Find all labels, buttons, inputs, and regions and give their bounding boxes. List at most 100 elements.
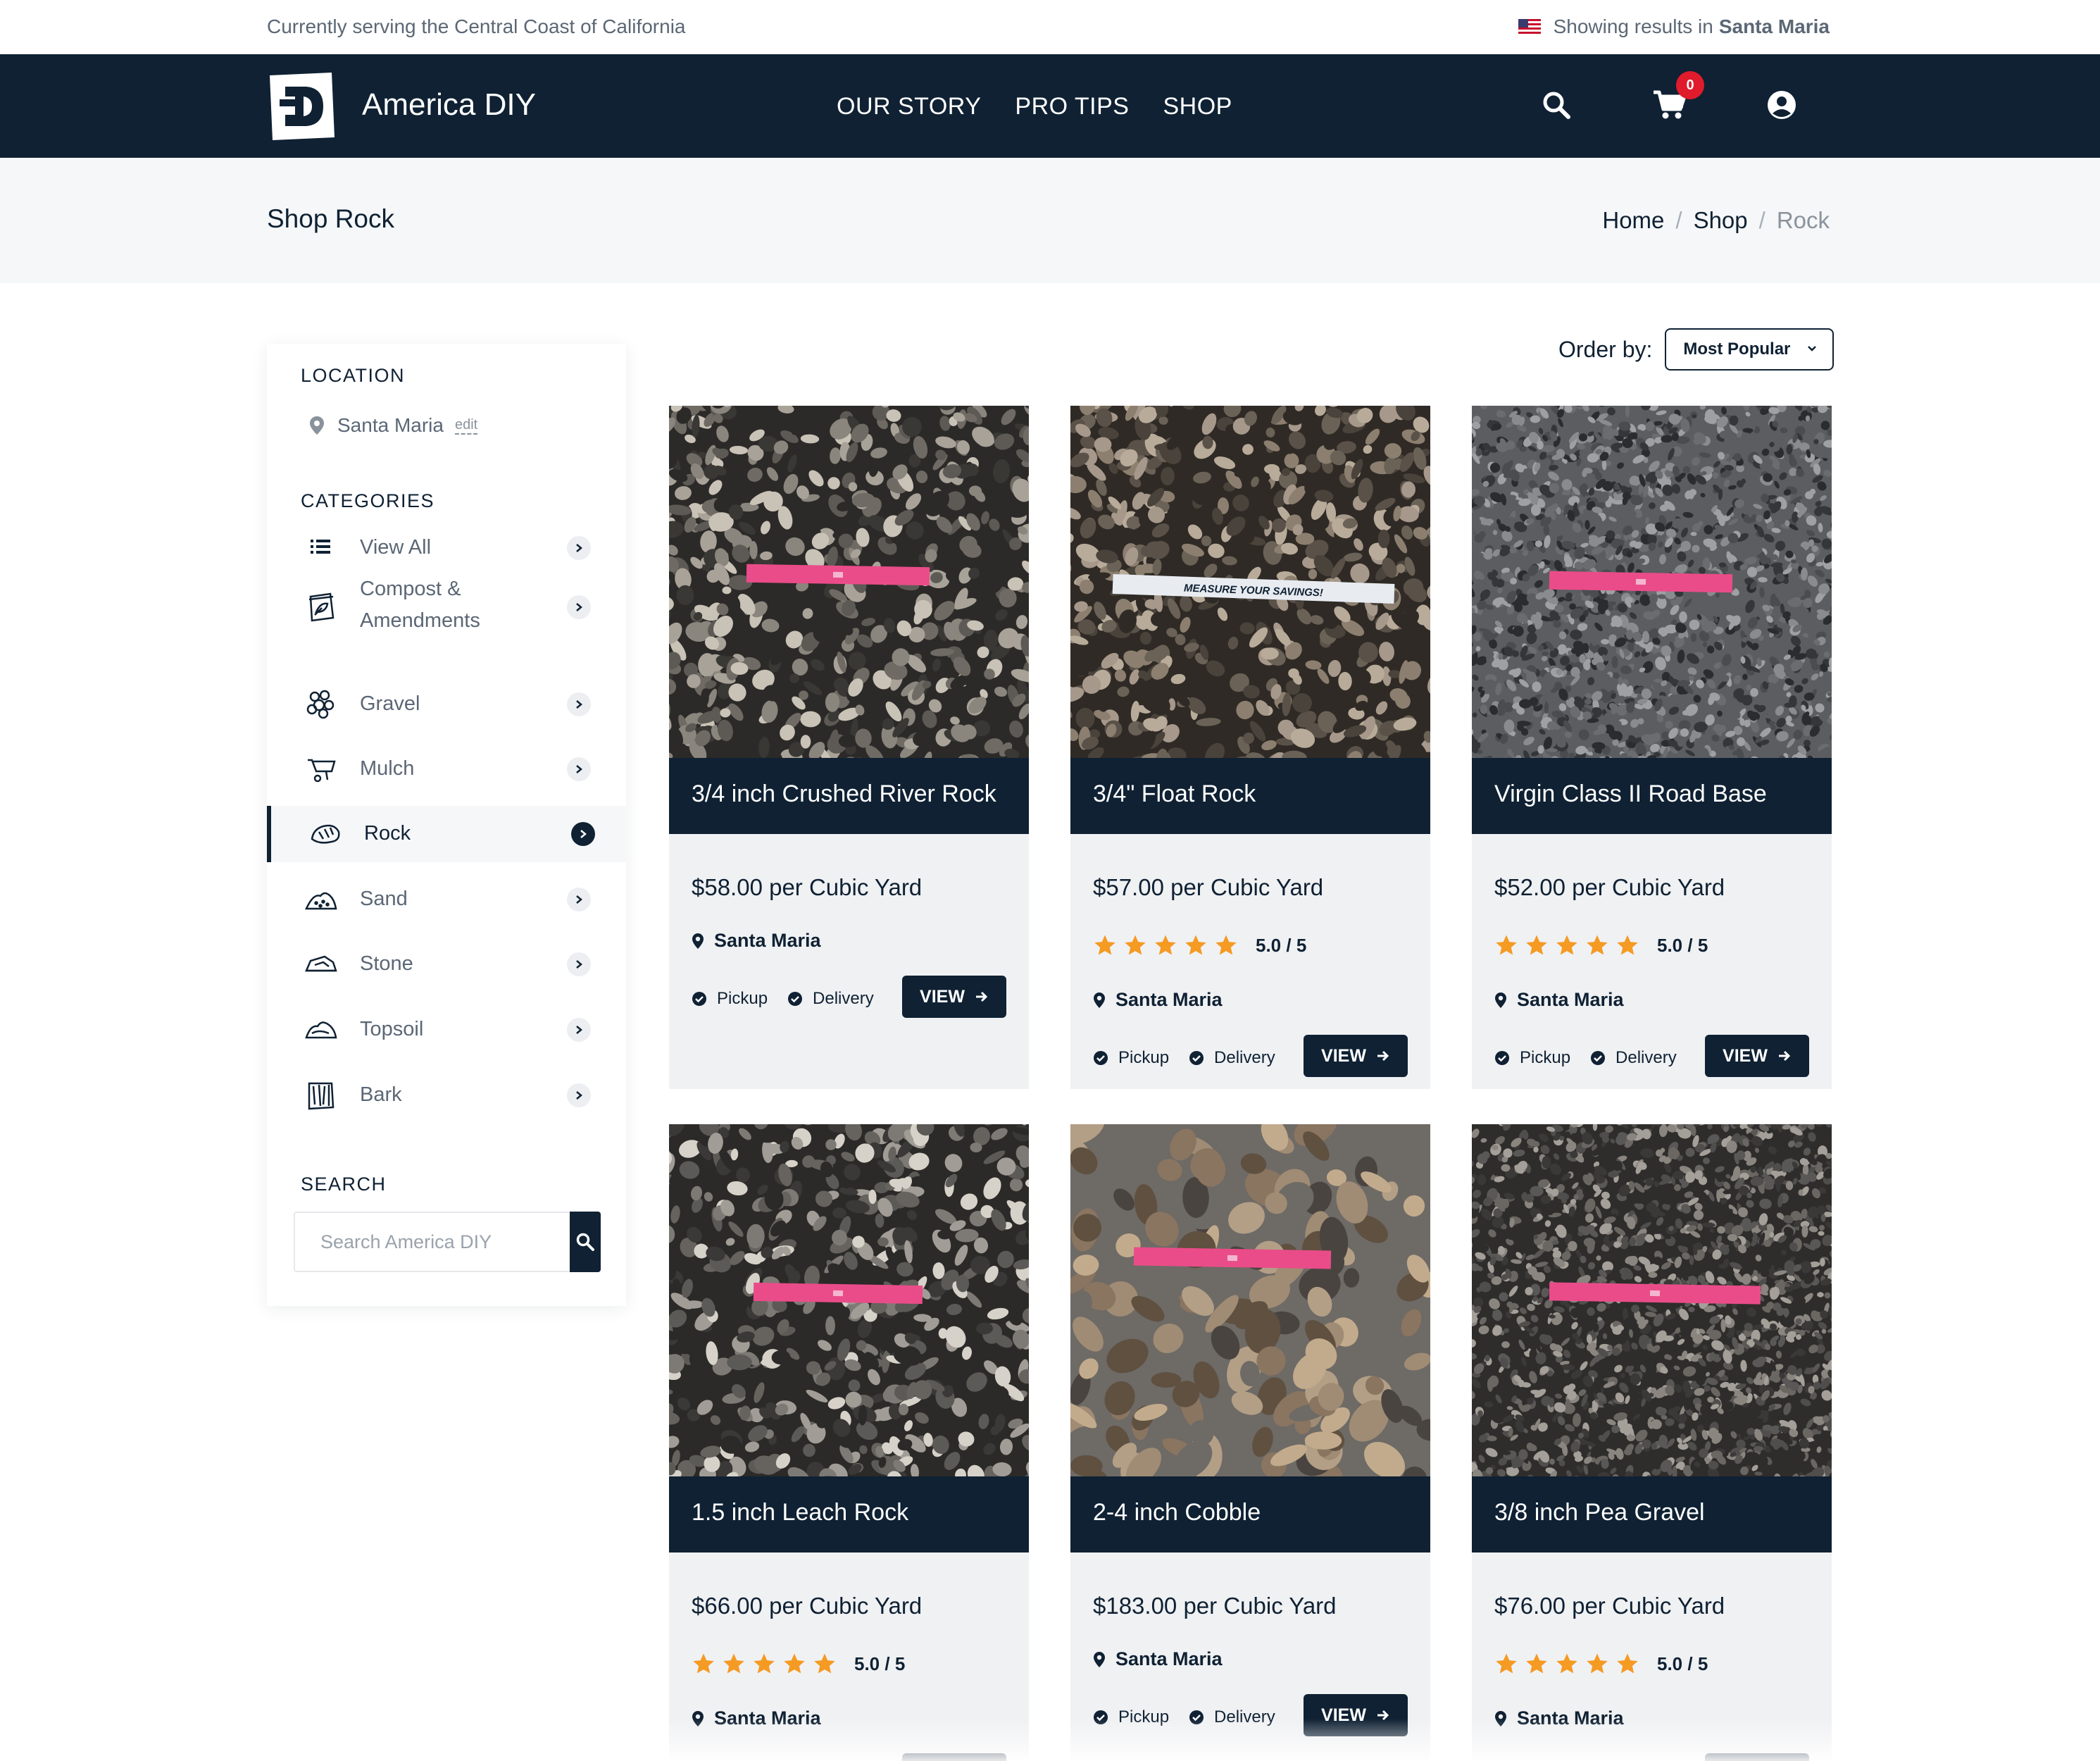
category-gravel[interactable]: Gravel	[267, 676, 626, 733]
product-image[interactable]	[1472, 406, 1832, 758]
delivery-label: Delivery	[1615, 1048, 1677, 1067]
product-card[interactable]: 1.5 inch Leach Rock $66.00 per Cubic Yard…	[669, 1124, 1029, 1761]
edit-location-link[interactable]: edit	[454, 417, 478, 435]
product-card[interactable]: 3/8 inch Pea Gravel $76.00 per Cubic Yard…	[1472, 1124, 1832, 1761]
view-button-label: VIEW	[1723, 1045, 1768, 1066]
rating-value: 5.0 / 5	[1657, 934, 1708, 956]
product-title[interactable]: 1.5 inch Leach Rock	[669, 1476, 1029, 1552]
product-title[interactable]: 2-4 inch Cobble	[1070, 1476, 1430, 1552]
product-image[interactable]: MEASURE YOUR SAVINGS!	[1070, 406, 1430, 758]
breadcrumb: Home / Shop / Rock	[1602, 207, 1830, 234]
nav-pro-tips[interactable]: PRO TIPS	[1015, 93, 1129, 120]
star-icon	[1215, 935, 1237, 955]
bark-icon	[308, 1082, 335, 1110]
search-icon	[576, 1233, 594, 1251]
breadcrumb-shop[interactable]: Shop	[1694, 207, 1748, 234]
product-location: Santa Maria	[692, 930, 821, 952]
topsoil-icon	[305, 1021, 337, 1039]
categories-heading: CATEGORIES	[301, 490, 435, 511]
chevron-right-icon	[567, 1083, 591, 1107]
star-icon	[1155, 935, 1176, 955]
view-product-button[interactable]: VIEW	[1705, 1035, 1809, 1077]
breadcrumb-separator: /	[1675, 207, 1682, 233]
rating-value: 5.0 / 5	[854, 1653, 906, 1674]
fulfillment-options: Pickup Delivery	[1494, 1048, 1696, 1068]
location-value: Santa Maria	[337, 414, 444, 436]
star-icon	[1496, 935, 1517, 955]
main-navbar: America DIY OUR STORY PRO TIPS SHOP 0	[0, 54, 2100, 158]
pickup-label: Pickup	[1520, 1048, 1571, 1067]
category-label: Mulch	[360, 757, 415, 780]
arrow-right-icon	[1377, 1050, 1389, 1062]
category-label: Rock	[364, 822, 411, 845]
map-pin-icon	[1094, 992, 1105, 1008]
map-pin-icon	[310, 416, 324, 435]
user-icon[interactable]	[1766, 89, 1797, 120]
check-circle-icon	[1189, 1051, 1204, 1065]
showing-results-city[interactable]: Santa Maria	[1719, 15, 1830, 38]
product-title[interactable]: 3/4" Float Rock	[1070, 758, 1430, 834]
america-diy-logo[interactable]	[267, 71, 337, 142]
delivery-label: Delivery	[1214, 1048, 1275, 1067]
star-icon	[1094, 935, 1115, 955]
category-label: Gravel	[360, 692, 420, 715]
order-by-select[interactable]: Most Popular	[1665, 328, 1835, 371]
cart-count-badge: 0	[1676, 71, 1704, 99]
product-title[interactable]: 3/8 inch Pea Gravel	[1472, 1476, 1832, 1552]
page-title: Shop Rock	[267, 204, 394, 233]
nav-shop[interactable]: SHOP	[1163, 93, 1232, 120]
product-rating: 5.0 / 5	[1093, 933, 1306, 957]
chevron-right-icon	[567, 1018, 591, 1042]
sand-pile-icon	[305, 892, 337, 910]
star-icon	[754, 1653, 775, 1674]
chevron-right-icon	[567, 595, 591, 619]
search-icon[interactable]	[1541, 89, 1572, 120]
view-product-button[interactable]: VIEW	[902, 976, 1006, 1018]
category-view[interactable]: View All	[267, 520, 626, 576]
pickup-label: Pickup	[717, 989, 768, 1008]
breadcrumb-current: Rock	[1776, 207, 1830, 233]
product-title[interactable]: 3/4 inch Crushed River Rock	[669, 758, 1029, 834]
top-info-bar: Currently serving the Central Coast of C…	[0, 0, 2100, 54]
category-label: Topsoil	[360, 1018, 424, 1040]
check-circle-icon	[1495, 1051, 1509, 1065]
category-sand[interactable]: Sand	[267, 871, 626, 928]
category-compost[interactable]: Compost & Amendments	[267, 569, 626, 645]
product-title[interactable]: Virgin Class II Road Base	[1472, 758, 1832, 834]
category-label: Sand	[360, 888, 408, 910]
search-button[interactable]	[570, 1212, 601, 1272]
category-mulch[interactable]: Mulch	[267, 741, 626, 797]
arrow-right-icon	[1778, 1050, 1791, 1062]
product-image[interactable]	[669, 406, 1029, 758]
product-price: $76.00 per Cubic Yard	[1494, 1593, 1725, 1619]
nav-our-story[interactable]: OUR STORY	[837, 93, 981, 120]
star-icon	[1185, 935, 1206, 955]
category-topsoil[interactable]: Topsoil	[267, 1002, 626, 1058]
product-image[interactable]	[1472, 1124, 1832, 1476]
category-rock[interactable]: Rock	[267, 806, 626, 862]
star-icon	[814, 1653, 835, 1674]
category-stone[interactable]: Stone	[267, 936, 626, 992]
product-rating: 5.0 / 5	[1494, 1652, 1708, 1676]
search-heading: SEARCH	[301, 1174, 387, 1195]
stone-icon	[305, 955, 337, 972]
chevron-right-icon	[567, 692, 591, 716]
product-card[interactable]: 3/4 inch Crushed River Rock $58.00 per Cu…	[669, 406, 1029, 1089]
breadcrumb-home[interactable]: Home	[1602, 207, 1664, 234]
search-input[interactable]	[295, 1213, 570, 1271]
product-image[interactable]	[1070, 1124, 1430, 1476]
fulfillment-options: Pickup Delivery	[1093, 1048, 1295, 1068]
map-pin-icon	[1495, 992, 1506, 1008]
category-bark[interactable]: Bark	[267, 1067, 626, 1124]
main-menu: OUR STORY PRO TIPS SHOP	[837, 93, 1232, 120]
chevron-right-icon	[567, 952, 591, 976]
breadcrumb-separator: /	[1758, 207, 1765, 233]
star-icon	[693, 1653, 714, 1674]
arrow-right-icon	[975, 991, 988, 1002]
view-product-button[interactable]: VIEW	[1304, 1035, 1408, 1077]
brand-name[interactable]: America DIY	[362, 87, 536, 123]
product-image[interactable]	[669, 1124, 1029, 1476]
product-card[interactable]: Virgin Class II Road Base $52.00 per Cubi…	[1472, 406, 1832, 1089]
product-card[interactable]: 2-4 inch Cobble $183.00 per Cubic Yard San…	[1070, 1124, 1430, 1761]
product-card[interactable]: MEASURE YOUR SAVINGS! 3/4" Float Rock $57.…	[1070, 406, 1430, 1089]
